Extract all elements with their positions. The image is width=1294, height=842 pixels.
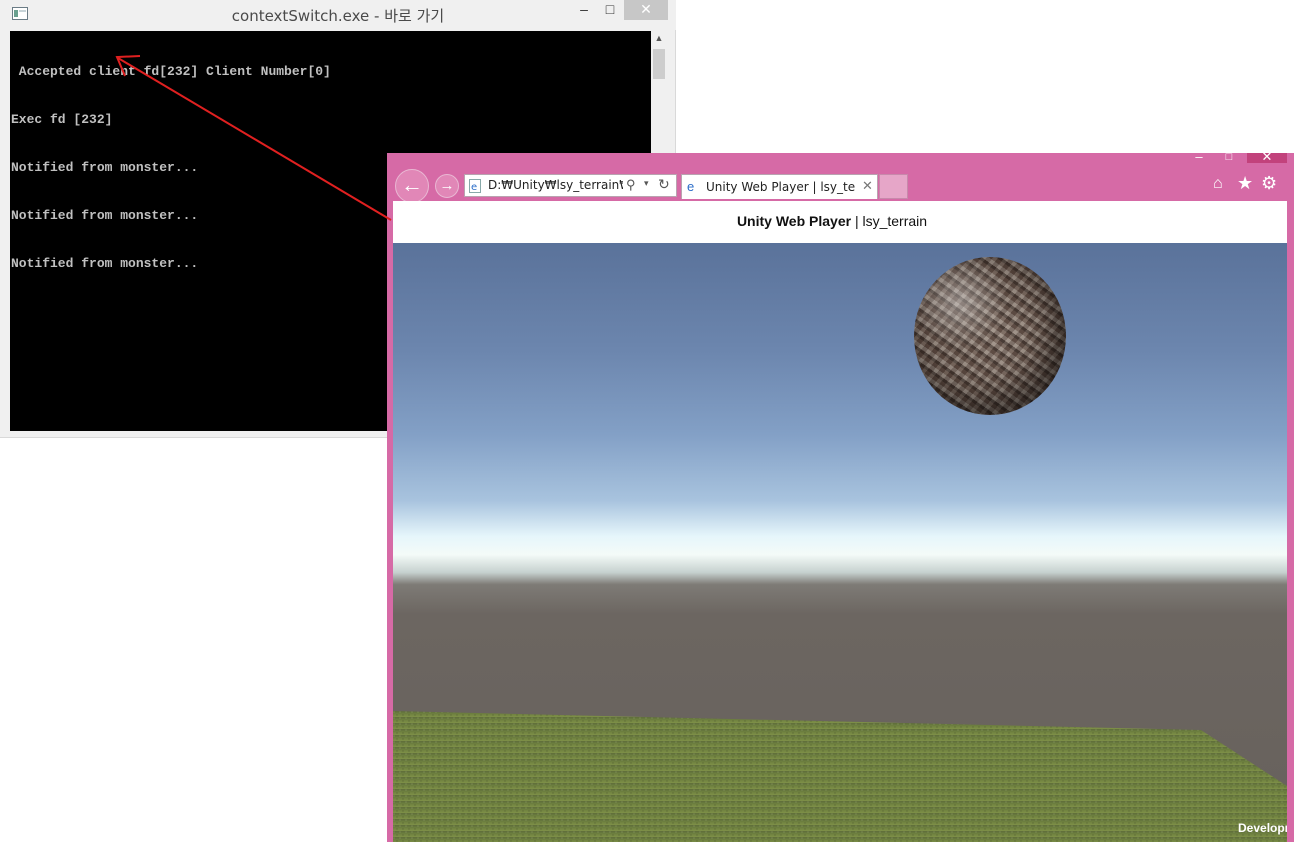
terrain-ground [393,711,1287,842]
scroll-thumb[interactable] [653,49,665,79]
page-title-rest: | lsy_terrain [851,213,928,229]
tab-unity-web-player[interactable]: e Unity Web Player | lsy_terrain... ✕ [681,174,878,199]
page-content: Unity Web Player | lsy_terrain Develop [393,201,1287,842]
page-title-bold: Unity Web Player [736,213,852,229]
favorites-star-icon[interactable]: ★ [1237,173,1253,194]
console-line: Accepted client fd[232] Client Number[0] [11,64,331,79]
tab-title: Unity Web Player | lsy_terrain... [706,180,856,194]
refresh-icon[interactable]: ↻ [658,176,670,193]
minimize-button[interactable]: – [570,0,598,20]
chevron-down-icon[interactable]: ▾ [644,178,649,189]
new-tab-button[interactable] [879,174,908,199]
search-icon[interactable]: ⚲ [626,177,636,193]
address-bar[interactable]: e D:₩Unity₩lsy_terrain₩we ⚲ ▾ ↻ [464,174,677,197]
close-button[interactable]: ✕ [1247,153,1287,163]
console-titlebar[interactable]: contextSwitch.exe - 바로 가기 – □ ✕ [0,0,676,30]
page-title: Unity Web Player | lsy_terrain [393,213,1271,229]
back-arrow-icon: ← [401,172,423,197]
maximize-button[interactable]: □ [1219,153,1239,165]
rock-sphere [914,257,1066,415]
scroll-up-icon[interactable]: ▲ [651,33,667,45]
home-icon[interactable]: ⌂ [1213,175,1223,193]
maximize-button[interactable]: □ [596,0,624,20]
forward-arrow-icon: → [439,177,455,194]
browser-window: – □ ✕ ← → e D:₩Unity₩lsy_terrain₩we ⚲ ▾ … [387,153,1294,842]
back-button[interactable]: ← [395,169,429,203]
svg-text:e: e [471,182,477,193]
development-build-label: Development Build [1238,821,1287,835]
tab-close-icon[interactable]: ✕ [862,178,873,194]
address-input[interactable]: D:₩Unity₩lsy_terrain₩we [488,178,623,192]
gear-icon[interactable]: ⚙ [1261,173,1277,194]
console-line: Exec fd [232] [11,112,113,127]
minimize-button[interactable]: – [1189,153,1209,165]
close-button[interactable]: ✕ [624,0,668,20]
ie-favicon-icon: e [687,179,695,194]
forward-button[interactable]: → [435,174,459,198]
unity-player-canvas[interactable]: Development Build [393,243,1287,842]
ie-page-icon: e [469,179,481,193]
